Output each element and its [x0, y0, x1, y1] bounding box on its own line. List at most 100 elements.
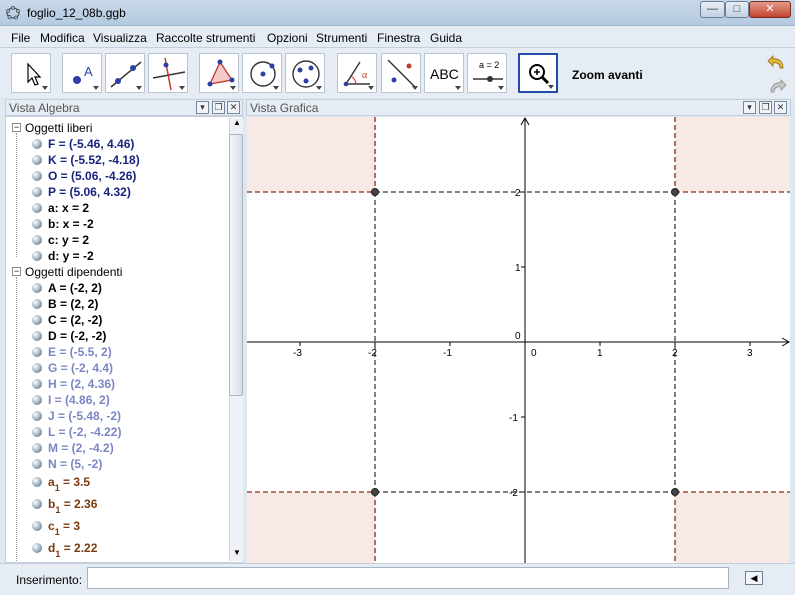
tool-line[interactable]: [105, 53, 145, 93]
point-B[interactable]: [671, 188, 679, 196]
input-label: Inserimento:: [16, 573, 83, 587]
visibility-toggle-icon[interactable]: [32, 315, 42, 325]
visibility-toggle-icon[interactable]: [32, 171, 42, 181]
point-D[interactable]: [371, 488, 379, 496]
algebra-view: − Oggetti liberi F = (-5.46, 4.46) K = (-5.…: [5, 116, 243, 563]
undock-icon: ❐: [761, 102, 770, 112]
collapse-toggle-icon[interactable]: −: [12, 267, 21, 276]
active-tool-label: Zoom avanti: [572, 68, 643, 82]
input-help-button[interactable]: ◀: [745, 571, 763, 585]
visibility-toggle-icon[interactable]: [32, 283, 42, 293]
coordinate-plane[interactable]: -3 -2 -1 0 1 2 3 2 1 0 -1 -2: [247, 117, 790, 563]
visibility-toggle-icon[interactable]: [32, 411, 42, 421]
menu-modifica[interactable]: Modifica: [40, 31, 85, 45]
tool-perpendicular[interactable]: [148, 53, 188, 93]
algebra-item-text: N = (5, -2): [48, 457, 103, 471]
tool-zoom-in[interactable]: [518, 53, 558, 93]
tool-circle[interactable]: [242, 53, 282, 93]
scroll-up-icon[interactable]: ▲: [233, 118, 241, 127]
graphics-view[interactable]: -3 -2 -1 0 1 2 3 2 1 0 -1 -2: [247, 117, 790, 563]
tool-polygon[interactable]: [199, 53, 239, 93]
menu-raccolte-strumenti[interactable]: Raccolte strumenti: [156, 31, 255, 45]
algebra-scroll-thumb[interactable]: [229, 134, 243, 396]
tree-connector: [16, 133, 17, 257]
x-tick-label: -1: [443, 348, 452, 359]
algebra-item-text: H = (2, 4.36): [48, 377, 116, 391]
undo-button[interactable]: [766, 52, 788, 72]
graphics-menu-button[interactable]: ▾: [743, 101, 756, 114]
tool-move[interactable]: [11, 53, 51, 93]
algebra-item-text: B = (2, 2): [48, 297, 99, 311]
y-tick-label: 1: [515, 263, 521, 274]
x-tick-label: 2: [672, 348, 678, 359]
algebra-menu-button[interactable]: ▾: [196, 101, 209, 114]
close-button[interactable]: ✕: [749, 1, 791, 18]
scroll-down-icon[interactable]: ▼: [233, 548, 241, 557]
tree-connector: [16, 277, 17, 561]
algebra-close-button[interactable]: ✕: [227, 101, 240, 114]
algebra-item-text: G = (-2, 4.4): [48, 361, 114, 375]
visibility-toggle-icon[interactable]: [32, 363, 42, 373]
visibility-toggle-icon[interactable]: [32, 155, 42, 165]
tool-conic[interactable]: [285, 53, 325, 93]
visibility-toggle-icon[interactable]: [32, 235, 42, 245]
text-icon: ABC: [430, 66, 459, 82]
algebra-view-header: Vista Algebra ▾ ❐ ✕: [5, 99, 243, 116]
maximize-button[interactable]: □: [725, 1, 749, 18]
algebra-item-text: M = (2, -4.2): [48, 441, 114, 455]
minimize-button[interactable]: —: [700, 1, 725, 18]
algebra-item-text: c: y = 2: [48, 233, 90, 247]
visibility-toggle-icon[interactable]: [32, 427, 42, 437]
visibility-toggle-icon[interactable]: [32, 521, 42, 531]
input-field[interactable]: [87, 567, 729, 589]
visibility-toggle-icon[interactable]: [32, 331, 42, 341]
undo-icon: [767, 55, 784, 69]
visibility-toggle-icon[interactable]: [32, 395, 42, 405]
menu-visualizza[interactable]: Visualizza: [93, 31, 147, 45]
shaded-region: [247, 117, 375, 192]
visibility-toggle-icon[interactable]: [32, 187, 42, 197]
visibility-toggle-icon[interactable]: [32, 299, 42, 309]
visibility-toggle-icon[interactable]: [32, 347, 42, 357]
menu-opzioni[interactable]: Opzioni: [267, 31, 308, 45]
tool-slider[interactable]: a = 2: [467, 53, 507, 93]
tool-angle[interactable]: α: [337, 53, 377, 93]
point-C[interactable]: [671, 488, 679, 496]
algebra-undock-button[interactable]: ❐: [212, 101, 225, 114]
menu-strumenti[interactable]: Strumenti: [316, 31, 367, 45]
visibility-toggle-icon[interactable]: [32, 251, 42, 261]
visibility-toggle-icon[interactable]: [32, 219, 42, 229]
svg-text:α: α: [362, 70, 368, 81]
algebra-item-text: L = (-2, -4.22): [48, 425, 122, 439]
menu-bar: File Modifica Visualizza Raccolte strume…: [0, 26, 795, 48]
visibility-toggle-icon[interactable]: [32, 379, 42, 389]
triangle-down-icon: ▾: [747, 102, 752, 112]
tool-text[interactable]: ABC: [424, 53, 464, 93]
tool-point[interactable]: A: [62, 53, 102, 93]
geogebra-logo-icon: [6, 6, 20, 20]
variable-value: = 3: [59, 519, 81, 533]
menu-guida[interactable]: Guida: [430, 31, 462, 45]
redo-icon: [770, 79, 787, 93]
close-icon: ✕: [776, 102, 785, 112]
group-free-objects-label: Oggetti liberi: [25, 121, 93, 135]
menu-finestra[interactable]: Finestra: [377, 31, 420, 45]
visibility-toggle-icon[interactable]: [32, 139, 42, 149]
algebra-item-text: c1 = 3: [48, 519, 81, 537]
x-tick-label: -3: [293, 348, 302, 359]
menu-file[interactable]: File: [11, 31, 30, 45]
point-A[interactable]: [371, 188, 379, 196]
visibility-toggle-icon[interactable]: [32, 543, 42, 553]
variable-name: a: [48, 475, 55, 489]
tool-reflect[interactable]: [381, 53, 421, 93]
redo-button[interactable]: [766, 76, 788, 96]
visibility-toggle-icon[interactable]: [32, 203, 42, 213]
visibility-toggle-icon[interactable]: [32, 499, 42, 509]
graphics-close-button[interactable]: ✕: [774, 101, 787, 114]
visibility-toggle-icon[interactable]: [32, 477, 42, 487]
algebra-item-text: a1 = 3.5: [48, 475, 90, 493]
visibility-toggle-icon[interactable]: [32, 459, 42, 469]
graphics-undock-button[interactable]: ❐: [759, 101, 772, 114]
visibility-toggle-icon[interactable]: [32, 443, 42, 453]
collapse-toggle-icon[interactable]: −: [12, 123, 21, 132]
